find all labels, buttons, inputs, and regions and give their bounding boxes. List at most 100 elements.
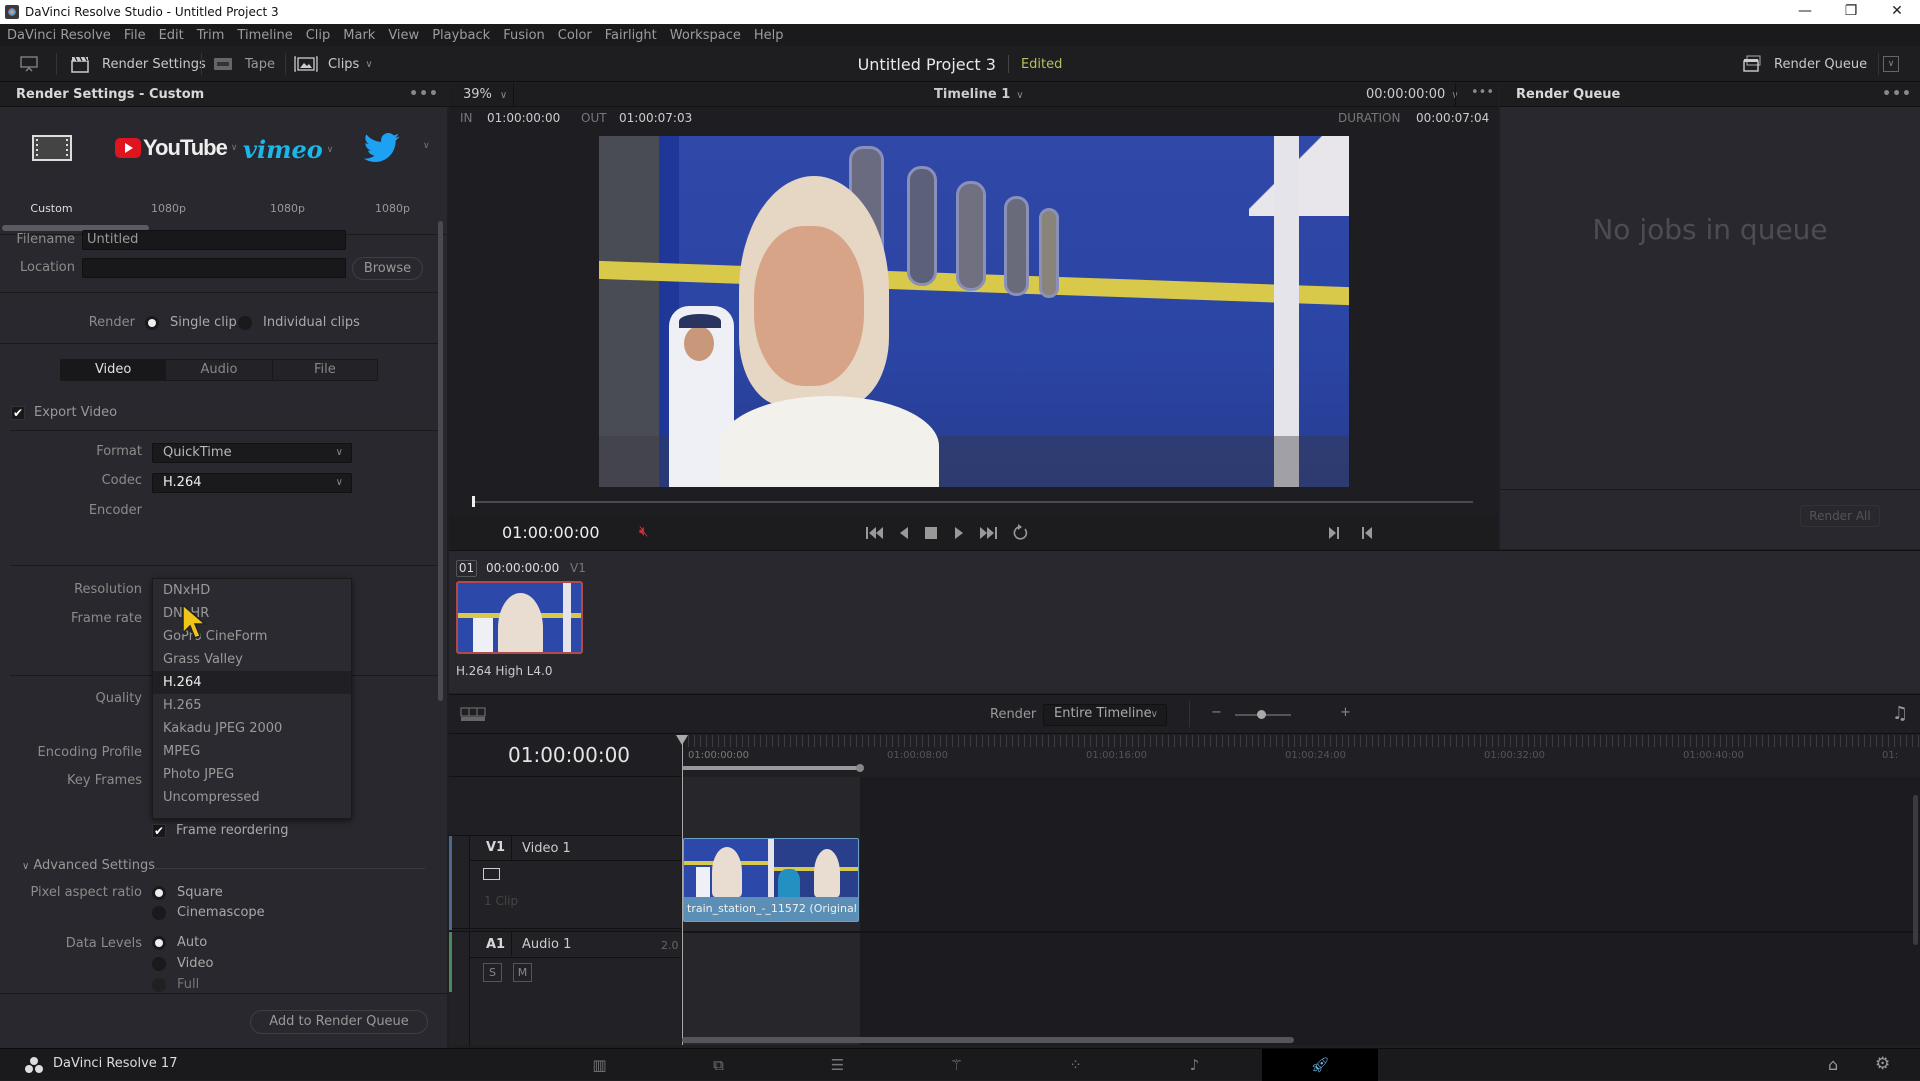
- timeline-select[interactable]: Timeline 1 ∨: [934, 87, 1024, 102]
- chevron-down-icon[interactable]: ∨: [423, 141, 430, 151]
- timeline-playhead[interactable]: [682, 735, 683, 1045]
- codec-option[interactable]: H.265: [153, 694, 351, 717]
- video-preview[interactable]: [599, 136, 1349, 487]
- audio-meter-icon[interactable]: ♫: [1892, 703, 1908, 724]
- codec-option[interactable]: MPEG: [153, 740, 351, 763]
- page-edit-button[interactable]: ☰: [778, 1049, 897, 1081]
- viewer-timecode-select[interactable]: 00:00:00:00∨: [1366, 87, 1459, 102]
- playhead-handle-icon[interactable]: [676, 735, 688, 745]
- settings-gear-icon[interactable]: ⚙: [1875, 1054, 1890, 1074]
- menu-file[interactable]: File: [124, 28, 146, 43]
- play-icon[interactable]: [952, 524, 966, 542]
- zoom-out-button[interactable]: −: [1211, 705, 1222, 720]
- menu-fusion[interactable]: Fusion: [503, 28, 545, 43]
- more-options-icon[interactable]: •••: [1882, 83, 1912, 105]
- tab-video[interactable]: Video: [61, 360, 167, 380]
- preset-vimeo[interactable]: vimeo ∨ 1080p: [240, 107, 335, 217]
- minimize-button[interactable]: —: [1782, 0, 1828, 24]
- browse-button[interactable]: Browse: [352, 257, 423, 280]
- page-media-button[interactable]: ▥: [540, 1049, 659, 1081]
- page-fairlight-button[interactable]: ♪: [1135, 1049, 1254, 1081]
- close-button[interactable]: ✕: [1874, 0, 1920, 24]
- video-track-toggle-icon[interactable]: [483, 868, 500, 880]
- page-cut-button[interactable]: ⧉: [659, 1049, 778, 1081]
- page-color-button[interactable]: ⁘: [1016, 1049, 1135, 1081]
- pixel-aspect-square-radio[interactable]: [152, 886, 166, 900]
- menu-fairlight[interactable]: Fairlight: [605, 28, 657, 43]
- clips-button[interactable]: Clips ∨: [294, 46, 373, 82]
- clip-thumbnail[interactable]: [456, 581, 583, 654]
- timeline-zoom-handle[interactable]: [1257, 710, 1266, 719]
- home-icon[interactable]: ⌂: [1828, 1055, 1838, 1074]
- tape-button[interactable]: Tape: [213, 46, 275, 82]
- codec-option-selected[interactable]: H.264: [153, 671, 351, 694]
- skip-to-start-icon[interactable]: [864, 524, 886, 542]
- play-reverse-icon[interactable]: [897, 524, 911, 542]
- go-to-in-icon[interactable]: [1359, 524, 1375, 542]
- more-options-icon[interactable]: •••: [409, 83, 439, 105]
- menu-trim[interactable]: Trim: [197, 28, 225, 43]
- advanced-settings-toggle[interactable]: ∨ Advanced Settings: [22, 858, 155, 873]
- filename-input[interactable]: Untitled: [82, 230, 346, 250]
- timeline-video-clip[interactable]: train_station_-_11572 (Original)...: [683, 838, 859, 922]
- preset-youtube[interactable]: YouTube ∨ 1080p: [113, 107, 237, 217]
- menu-workspace[interactable]: Workspace: [670, 28, 741, 43]
- page-deliver-button[interactable]: 🚀︎: [1262, 1049, 1378, 1081]
- data-levels-full-radio[interactable]: [152, 978, 166, 992]
- mute-button[interactable]: M: [513, 963, 532, 982]
- playhead-marker[interactable]: [472, 496, 475, 507]
- menu-help[interactable]: Help: [754, 28, 784, 43]
- skip-to-end-icon[interactable]: [977, 524, 999, 542]
- timeline-view-options-icon[interactable]: [460, 707, 486, 723]
- settings-scrollbar[interactable]: [438, 221, 443, 701]
- export-video-checkbox[interactable]: ✔: [11, 406, 25, 420]
- codec-select[interactable]: H.264 ∨: [152, 473, 352, 493]
- menu-davinci-resolve[interactable]: DaVinci Resolve: [7, 28, 111, 43]
- render-range-bar[interactable]: [682, 766, 860, 770]
- menu-view[interactable]: View: [388, 28, 419, 43]
- page-fusion-button[interactable]: ⚚: [897, 1049, 1016, 1081]
- zoom-in-button[interactable]: +: [1340, 705, 1351, 720]
- codec-option[interactable]: DNxHD: [153, 579, 351, 602]
- codec-option[interactable]: Kakadu JPEG 2000: [153, 717, 351, 740]
- preset-twitter[interactable]: ∨ 1080p: [355, 107, 430, 217]
- preset-custom[interactable]: Custom: [14, 107, 89, 217]
- loop-icon[interactable]: [1010, 523, 1030, 543]
- timeline-horizontal-scrollbar[interactable]: [682, 1037, 1294, 1043]
- menu-timeline[interactable]: Timeline: [237, 28, 292, 43]
- monitor-toggle-button[interactable]: [20, 46, 38, 82]
- codec-option[interactable]: Photo JPEG: [153, 763, 351, 786]
- render-range-select[interactable]: Entire Timeline ∨: [1043, 704, 1167, 726]
- add-to-render-queue-button[interactable]: Add to Render Queue: [250, 1010, 428, 1034]
- data-levels-auto-radio[interactable]: [152, 936, 166, 950]
- tab-audio[interactable]: Audio: [166, 360, 273, 380]
- individual-clips-radio[interactable]: [238, 316, 252, 330]
- tab-file[interactable]: File: [272, 360, 377, 380]
- timeline-vertical-scrollbar[interactable]: [1913, 795, 1918, 945]
- data-levels-video-radio[interactable]: [152, 957, 166, 971]
- render-range-out-handle[interactable]: [856, 764, 864, 772]
- menu-playback[interactable]: Playback: [432, 28, 490, 43]
- stop-icon[interactable]: [923, 524, 939, 542]
- menu-mark[interactable]: Mark: [343, 28, 375, 43]
- render-all-button[interactable]: Render All: [1800, 505, 1880, 527]
- codec-option[interactable]: Grass Valley: [153, 648, 351, 671]
- solo-button[interactable]: S: [483, 963, 502, 982]
- pixel-aspect-cinemascope-radio[interactable]: [152, 906, 166, 920]
- menu-color[interactable]: Color: [558, 28, 592, 43]
- playback-scrubber[interactable]: [473, 501, 1473, 503]
- location-input[interactable]: [82, 258, 346, 278]
- format-select[interactable]: QuickTime ∨: [152, 443, 352, 463]
- expand-panel-button[interactable]: ∨: [1883, 46, 1899, 82]
- maximize-button[interactable]: ❐: [1828, 0, 1874, 24]
- viewer-zoom-select[interactable]: 39% ∨: [463, 87, 507, 102]
- timeline-ruler[interactable]: 01:00:00:00 01:00:08:00 01:00:16:00 01:0…: [682, 735, 1920, 777]
- frame-reordering-checkbox[interactable]: ✔: [152, 824, 166, 838]
- render-queue-toggle-button[interactable]: Render Queue: [1742, 46, 1867, 82]
- menu-edit[interactable]: Edit: [159, 28, 184, 43]
- more-options-icon[interactable]: •••: [1471, 85, 1494, 100]
- go-to-out-icon[interactable]: [1326, 524, 1342, 542]
- single-clip-radio[interactable]: [145, 316, 159, 330]
- menu-clip[interactable]: Clip: [306, 28, 331, 43]
- render-settings-button[interactable]: Render Settings: [70, 46, 206, 82]
